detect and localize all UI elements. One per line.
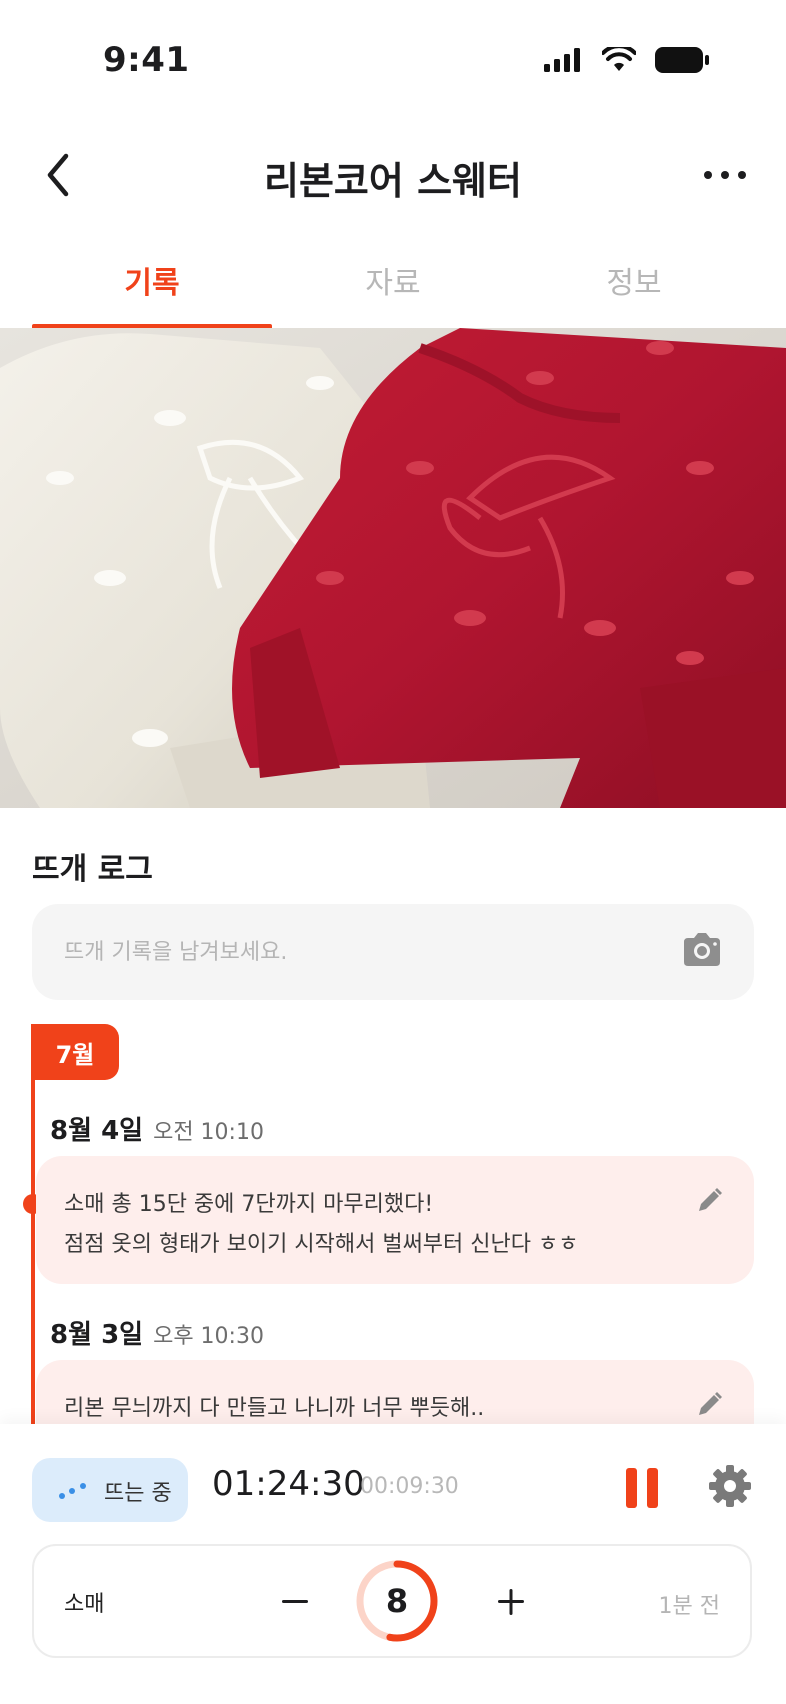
tab-bar: 기록 자료 정보 [0,238,786,331]
log-input-placeholder: 뜨개 기록을 남겨보세요. [64,940,288,965]
camera-icon[interactable] [680,930,724,970]
row-counter-card: 소매 8 1분 전 [32,1544,752,1658]
counter-label: 소매 [64,1592,105,1617]
increment-button[interactable] [486,1580,536,1624]
tab-materials[interactable]: 자료 [273,258,513,302]
entry-text-line: 소매 총 15단 중에 7단까지 마무리했다! [64,1192,434,1217]
status-time: 9:41 [103,40,190,80]
entry-date-time: 오후 10:30 [153,1324,264,1349]
entry-date: 8월 4일 오전 10:10 [50,1110,264,1147]
battery-icon [655,47,709,73]
wifi-icon [602,47,636,71]
bottom-control-panel: 뜨는 중 01:24:30 00:09:30 소매 8 1분 전 [0,1424,786,1704]
entry-text-line: 리본 무늬까지 다 만들고 나니까 너무 뿌듯해.. [64,1396,485,1421]
page-title: 리본코어 스웨터 [264,159,522,203]
activity-dots-icon [59,1483,86,1499]
counter-updated-time: 1분 전 [658,1594,720,1619]
entry-text-line: 점점 옷의 형태가 보이기 시작해서 벌써부터 신난다 ㅎㅎ [64,1232,579,1257]
status-bar: 9:41 [0,0,786,120]
knitting-status-pill[interactable]: 뜨는 중 [32,1458,188,1522]
month-badge: 7월 [31,1024,119,1080]
log-entry-card[interactable]: 리본 무늬까지 다 만들고 나니까 너무 뿌듯해.. [36,1360,754,1424]
status-pill-label: 뜨는 중 [104,1481,172,1506]
timeline-line [31,1024,35,1424]
pause-icon[interactable] [624,1466,660,1510]
edit-icon[interactable] [694,1186,724,1216]
counter-value: 8 [385,1582,409,1620]
entry-date-day: 8월 4일 [50,1116,144,1146]
total-time: 01:24:30 [212,1464,365,1504]
tab-log[interactable]: 기록 [32,258,272,302]
log-timeline: 7월 8월 4일 오전 10:10 소매 총 15단 중에 7단까지 마무리했다!… [0,1024,786,1424]
project-photo[interactable] [0,328,786,808]
signal-icon [544,48,580,72]
entry-date-day: 8월 3일 [50,1320,144,1350]
gear-icon[interactable] [708,1464,752,1508]
sweater-photo [0,328,786,808]
session-time: 00:09:30 [360,1474,459,1499]
log-section-title: 뜨개 로그 [32,852,153,887]
status-icons [544,46,710,74]
tab-info[interactable]: 정보 [514,258,754,302]
log-entry-card[interactable]: 소매 총 15단 중에 7단까지 마무리했다! 점점 옷의 형태가 보이기 시작… [36,1156,754,1284]
log-input[interactable]: 뜨개 기록을 남겨보세요. [32,904,754,1000]
header: 리본코어 스웨터 [0,140,786,210]
entry-date-time: 오전 10:10 [153,1120,264,1145]
more-icon[interactable] [700,160,750,190]
entry-date: 8월 3일 오후 10:30 [50,1314,264,1351]
edit-icon[interactable] [694,1390,724,1420]
decrement-button[interactable] [270,1580,320,1624]
